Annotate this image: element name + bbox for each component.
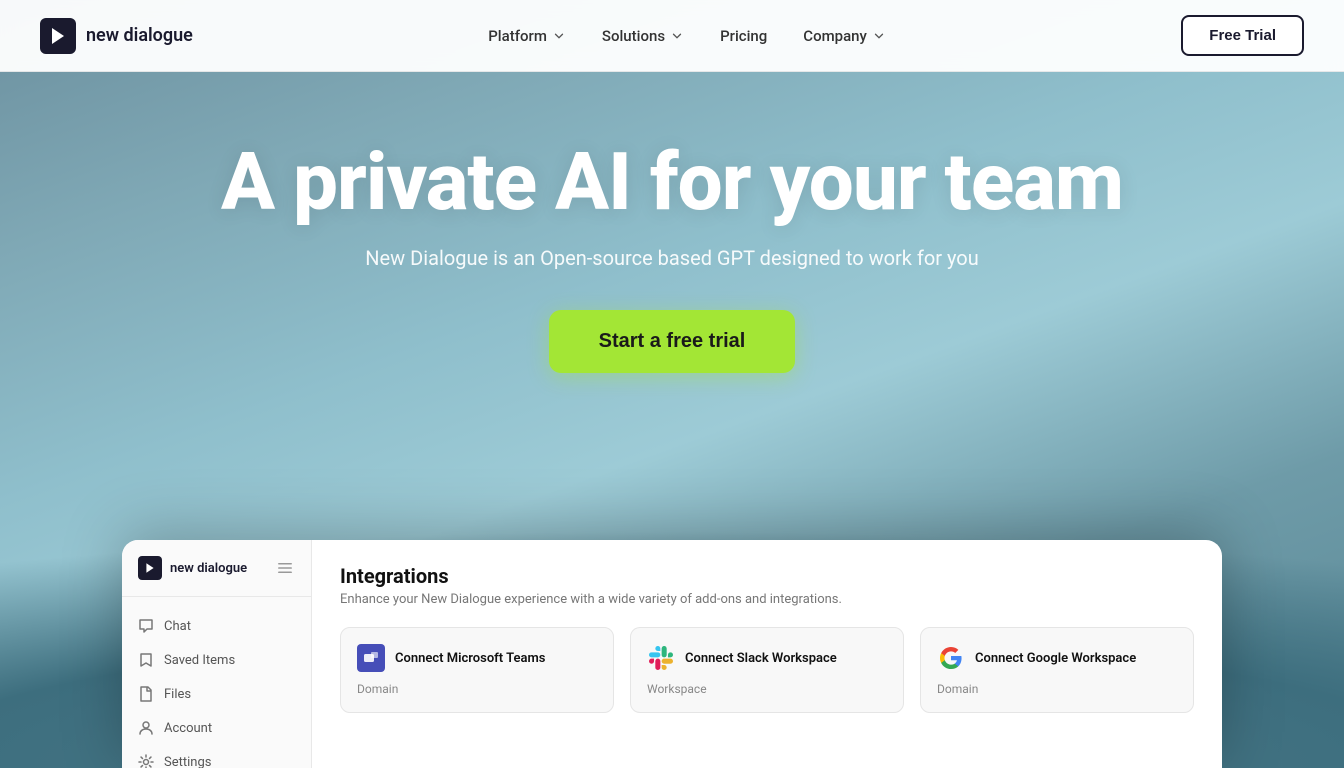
integration-card-slack[interactable]: Connect Slack Workspace Workspace [630, 627, 904, 713]
nav-links: Platform Solutions Pricing Company [488, 27, 886, 45]
app-logo-text: new dialogue [170, 561, 247, 576]
sidebar-toggle[interactable] [275, 558, 295, 578]
hero-subtitle: New Dialogue is an Open-source based GPT… [365, 246, 979, 270]
hero-section: A private AI for your team New Dialogue … [0, 0, 1344, 768]
sidebar-item-account[interactable]: Account [122, 711, 311, 745]
slack-icon [647, 644, 675, 672]
sidebar-item-settings[interactable]: Settings [122, 745, 311, 768]
sidebar-item-chat[interactable]: Chat [122, 609, 311, 643]
teams-field: Domain [357, 682, 597, 696]
slack-field: Workspace [647, 682, 887, 696]
sidebar-item-saved[interactable]: Saved Items [122, 643, 311, 677]
google-icon [937, 644, 965, 672]
app-logo-icon [138, 556, 162, 580]
integration-card-teams[interactable]: Connect Microsoft Teams Domain [340, 627, 614, 713]
start-trial-button[interactable]: Start a free trial [549, 310, 796, 373]
teams-name: Connect Microsoft Teams [395, 651, 545, 666]
integration-cards: Connect Microsoft Teams Domain [340, 627, 1194, 713]
nav-pricing[interactable]: Pricing [720, 27, 767, 45]
slack-name: Connect Slack Workspace [685, 651, 837, 666]
free-trial-button[interactable]: Free Trial [1181, 15, 1304, 56]
app-sidebar: new dialogue Chat [122, 540, 312, 768]
nav-solutions[interactable]: Solutions [602, 27, 684, 45]
integrations-subtitle: Enhance your New Dialogue experience wit… [340, 592, 1194, 607]
nav-platform[interactable]: Platform [488, 27, 566, 45]
nav-company[interactable]: Company [803, 27, 886, 45]
logo-icon [40, 18, 76, 54]
google-field: Domain [937, 682, 1177, 696]
app-preview: new dialogue Chat [122, 540, 1222, 768]
sidebar-item-files[interactable]: Files [122, 677, 311, 711]
teams-icon [357, 644, 385, 672]
logo[interactable]: new dialogue [40, 18, 193, 54]
hero-title: A private AI for your team [221, 140, 1123, 224]
logo-text: new dialogue [86, 25, 193, 46]
integrations-title: Integrations [340, 564, 1194, 588]
app-main-content: Integrations Enhance your New Dialogue e… [312, 540, 1222, 768]
integration-card-google[interactable]: Connect Google Workspace Domain [920, 627, 1194, 713]
google-name: Connect Google Workspace [975, 651, 1136, 666]
